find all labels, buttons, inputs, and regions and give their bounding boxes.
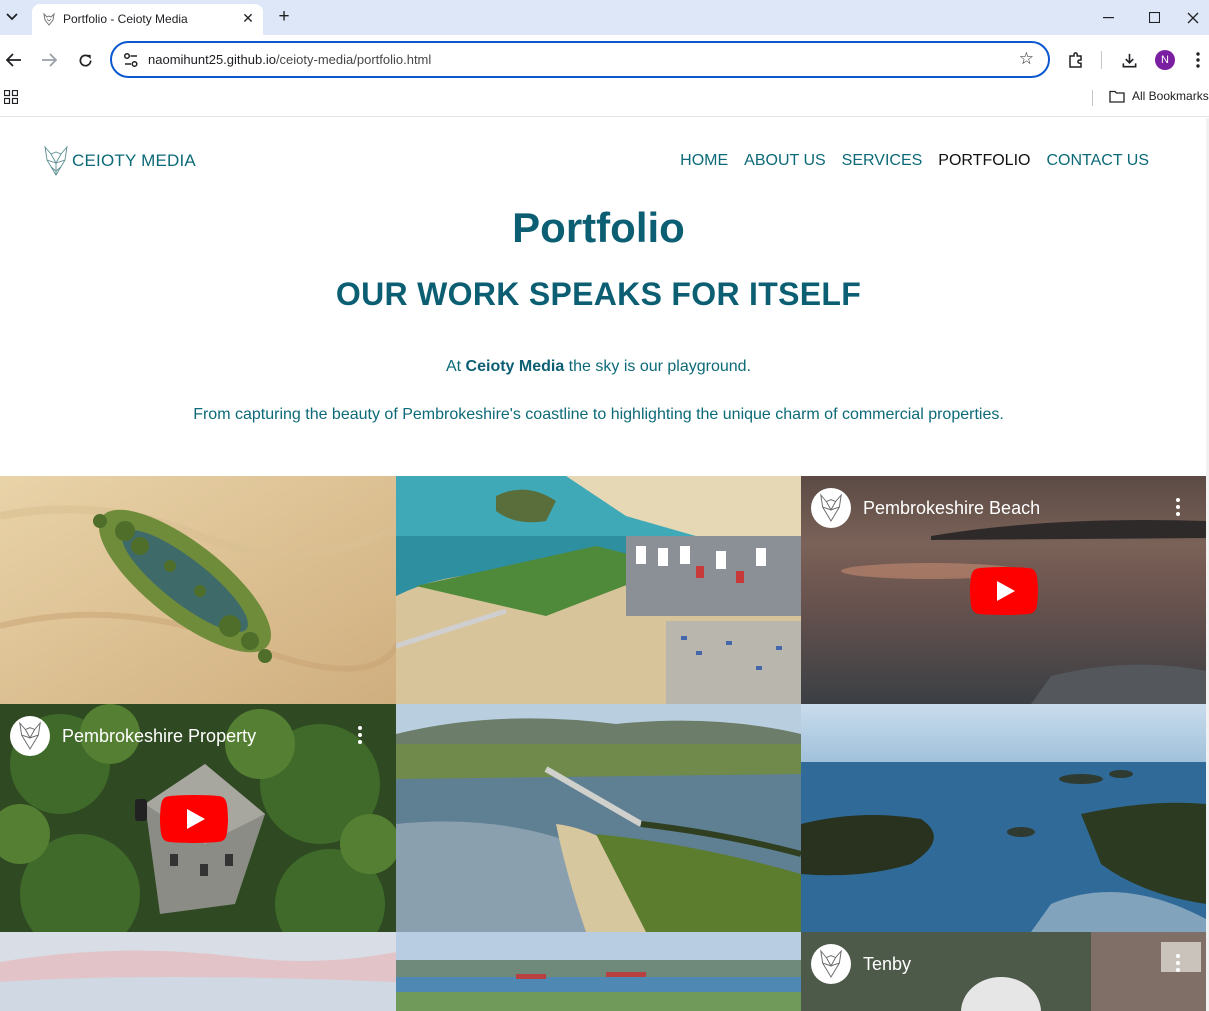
folder-icon <box>1109 90 1125 103</box>
site-logo[interactable]: CEIOTY MEDIA <box>42 145 196 177</box>
video-header: Pembrokeshire Beach <box>811 488 1040 528</box>
video-title[interactable]: Pembrokeshire Property <box>62 726 256 747</box>
menu-icon[interactable] <box>1188 48 1208 72</box>
nav-home[interactable]: HOME <box>680 152 728 170</box>
url-path: /ceioty-media/portfolio.html <box>275 52 432 67</box>
close-icon[interactable]: ✕ <box>239 9 257 27</box>
video-header: Pembrokeshire Property <box>10 716 256 756</box>
intro-text-2: From capturing the beauty of Pembrokeshi… <box>193 406 1004 423</box>
play-icon[interactable] <box>970 567 1038 615</box>
gallery-image-dunes[interactable] <box>0 476 402 704</box>
star-icon[interactable]: ☆ <box>1019 49 1034 69</box>
all-bookmarks-label: All Bookmarks <box>1132 89 1209 103</box>
url-text[interactable]: naomihunt25.github.io/ceioty-media/portf… <box>148 52 431 67</box>
forward-icon[interactable] <box>37 48 61 72</box>
wolf-logo-icon <box>44 145 68 176</box>
gallery-image-estuary[interactable] <box>396 704 801 932</box>
intro-brand: Ceioty Media <box>465 358 565 375</box>
maximize-icon[interactable] <box>1131 0 1177 35</box>
channel-avatar[interactable] <box>811 944 851 984</box>
apps-icon[interactable] <box>4 90 18 104</box>
intro-text: At Ceioty Media the sky is our playgroun… <box>0 358 1197 376</box>
tab-search-icon[interactable] <box>0 4 24 30</box>
nav-portfolio[interactable]: PORTFOLIO <box>938 152 1030 170</box>
browser-toolbar: naomihunt25.github.io/ceioty-media/portf… <box>0 35 1209 85</box>
video-tenby[interactable]: Tenby <box>801 932 1206 1011</box>
tab-strip: Portfolio - Ceioty Media ✕ + <box>0 0 1209 35</box>
nav-about-us[interactable]: ABOUT US <box>744 152 826 170</box>
bookmarks-bar: All Bookmarks <box>0 85 1209 117</box>
video-title[interactable]: Tenby <box>863 954 911 975</box>
active-tab[interactable]: Portfolio - Ceioty Media ✕ <box>32 4 263 35</box>
main-nav: HOME ABOUT US SERVICES PORTFOLIO CONTACT… <box>680 152 1149 170</box>
video-pembrokeshire-property[interactable]: Pembrokeshire Property <box>0 704 396 932</box>
channel-avatar[interactable] <box>10 716 50 756</box>
nav-services[interactable]: SERVICES <box>842 152 923 170</box>
all-bookmarks-button[interactable]: All Bookmarks <box>1109 89 1209 103</box>
toolbar-divider <box>1101 51 1102 69</box>
more-options-icon[interactable] <box>358 726 362 747</box>
gallery-image-harbour[interactable] <box>396 932 801 1011</box>
nav-contact-us[interactable]: CONTACT US <box>1046 152 1149 170</box>
more-options-icon[interactable] <box>1176 498 1180 519</box>
channel-avatar[interactable] <box>811 488 851 528</box>
download-icon[interactable] <box>1117 48 1141 72</box>
url-host: naomihunt25.github.io <box>148 52 276 67</box>
video-pembrokeshire-beach[interactable]: Pembrokeshire Beach <box>801 476 1206 704</box>
wolf-favicon-icon <box>43 12 55 26</box>
bookmarks-divider <box>1092 90 1093 106</box>
gallery-image-sunset[interactable] <box>0 932 396 1011</box>
video-title[interactable]: Pembrokeshire Beach <box>863 498 1040 519</box>
new-tab-icon[interactable]: + <box>273 6 295 28</box>
reload-icon[interactable] <box>73 48 97 72</box>
address-bar[interactable]: naomihunt25.github.io/ceioty-media/portf… <box>110 41 1050 78</box>
more-options-icon[interactable] <box>1176 954 1180 975</box>
gallery-image-headland[interactable] <box>801 704 1206 932</box>
page-content: CEIOTY MEDIA HOME ABOUT US SERVICES PORT… <box>0 118 1209 1011</box>
play-icon[interactable] <box>160 795 228 843</box>
gallery-image-tenby-town[interactable] <box>396 476 801 704</box>
tab-title: Portfolio - Ceioty Media <box>63 12 188 26</box>
site-info-icon[interactable] <box>122 51 140 69</box>
page-title: Portfolio <box>512 204 685 251</box>
window-close-icon[interactable] <box>1177 0 1209 35</box>
video-header: Tenby <box>811 944 911 984</box>
page-subtitle: OUR WORK SPEAKS FOR ITSELF <box>335 276 862 312</box>
minimize-icon[interactable] <box>1085 0 1131 35</box>
avatar[interactable]: N <box>1155 50 1175 70</box>
intro-after: the sky is our playground. <box>564 358 751 375</box>
intro-before: At <box>445 358 466 375</box>
logo-text: CEIOTY MEDIA <box>72 151 196 170</box>
back-icon[interactable] <box>2 48 26 72</box>
extensions-icon[interactable] <box>1064 48 1088 72</box>
